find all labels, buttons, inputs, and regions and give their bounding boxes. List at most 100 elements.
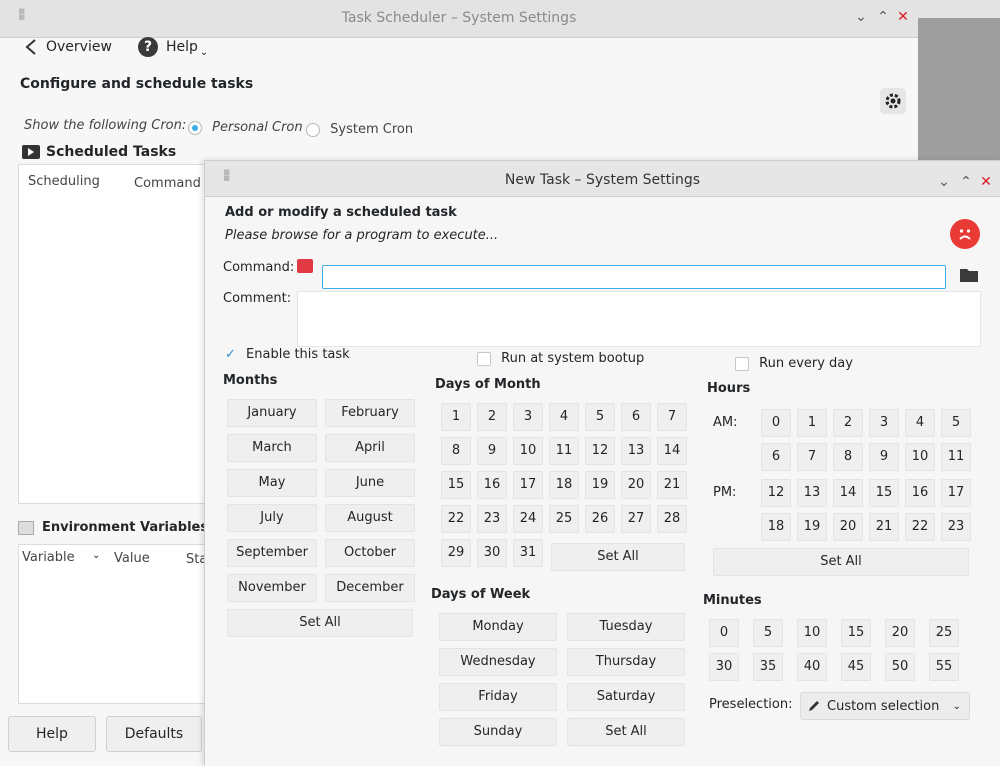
minute-button-35[interactable]: 35 (753, 653, 783, 681)
day-of-month-19[interactable]: 19 (585, 471, 615, 499)
day-of-week-saturday[interactable]: Saturday (567, 683, 685, 711)
hour-button-11[interactable]: 11 (941, 443, 971, 471)
day-of-week-friday[interactable]: Friday (439, 683, 557, 711)
defaults-button[interactable]: Defaults (106, 716, 202, 752)
day-of-month-5[interactable]: 5 (585, 403, 615, 431)
hour-button-4[interactable]: 4 (905, 409, 935, 437)
day-of-week-tuesday[interactable]: Tuesday (567, 613, 685, 641)
minute-button-30[interactable]: 30 (709, 653, 739, 681)
hours-set-all-button[interactable]: Set All (713, 548, 969, 576)
folder-icon[interactable] (959, 267, 979, 283)
run-bootup-checkbox[interactable]: Run at system bootup (477, 351, 644, 366)
day-of-month-3[interactable]: 3 (513, 403, 543, 431)
day-of-month-16[interactable]: 16 (477, 471, 507, 499)
overview-button[interactable]: Overview (24, 36, 112, 58)
month-button-june[interactable]: June (325, 469, 415, 497)
dialog-close-icon[interactable]: ✕ (977, 173, 995, 191)
month-button-may[interactable]: May (227, 469, 317, 497)
day-of-month-20[interactable]: 20 (621, 471, 651, 499)
month-button-january[interactable]: January (227, 399, 317, 427)
hour-button-12[interactable]: 12 (761, 479, 791, 507)
day-of-month-6[interactable]: 6 (621, 403, 651, 431)
minimize-icon[interactable]: ⌄ (852, 8, 870, 26)
dialog-minimize-icon[interactable]: ⌄ (935, 173, 953, 191)
window-titlebar[interactable]: ▪ ▪ Task Scheduler – System Settings ⌄ ⌃ … (0, 0, 918, 38)
personal-cron-radio[interactable]: Personal Cron (188, 120, 303, 135)
hour-button-8[interactable]: 8 (833, 443, 863, 471)
hour-button-20[interactable]: 20 (833, 513, 863, 541)
day-of-month-1[interactable]: 1 (441, 403, 471, 431)
col-variable[interactable]: Variable (22, 550, 75, 565)
day-of-month-12[interactable]: 12 (585, 437, 615, 465)
hour-button-15[interactable]: 15 (869, 479, 899, 507)
hour-button-3[interactable]: 3 (869, 409, 899, 437)
minute-button-15[interactable]: 15 (841, 619, 871, 647)
day-of-month-25[interactable]: 25 (549, 505, 579, 533)
col-scheduling[interactable]: Scheduling (28, 174, 100, 189)
days-of-week-set-all-button[interactable]: Set All (567, 718, 685, 746)
hour-button-17[interactable]: 17 (941, 479, 971, 507)
day-of-month-21[interactable]: 21 (657, 471, 687, 499)
minute-button-50[interactable]: 50 (885, 653, 915, 681)
hour-button-21[interactable]: 21 (869, 513, 899, 541)
col-value[interactable]: Value (114, 551, 150, 566)
minute-button-40[interactable]: 40 (797, 653, 827, 681)
maximize-icon[interactable]: ⌃ (874, 8, 892, 26)
day-of-month-2[interactable]: 2 (477, 403, 507, 431)
day-of-month-14[interactable]: 14 (657, 437, 687, 465)
minute-button-25[interactable]: 25 (929, 619, 959, 647)
day-of-week-sunday[interactable]: Sunday (439, 718, 557, 746)
day-of-month-10[interactable]: 10 (513, 437, 543, 465)
days-of-month-set-all-button[interactable]: Set All (551, 543, 685, 571)
month-button-october[interactable]: October (325, 539, 415, 567)
minute-button-10[interactable]: 10 (797, 619, 827, 647)
close-icon[interactable]: ✕ (894, 8, 912, 26)
comment-textarea[interactable] (297, 291, 981, 347)
day-of-month-29[interactable]: 29 (441, 539, 471, 567)
day-of-month-15[interactable]: 15 (441, 471, 471, 499)
command-field[interactable] (323, 266, 945, 288)
hour-button-10[interactable]: 10 (905, 443, 935, 471)
day-of-week-monday[interactable]: Monday (439, 613, 557, 641)
minute-button-0[interactable]: 0 (709, 619, 739, 647)
minute-button-55[interactable]: 55 (929, 653, 959, 681)
month-button-april[interactable]: April (325, 434, 415, 462)
day-of-month-9[interactable]: 9 (477, 437, 507, 465)
hour-button-19[interactable]: 19 (797, 513, 827, 541)
hour-button-5[interactable]: 5 (941, 409, 971, 437)
tasks-table[interactable] (18, 164, 218, 504)
hour-button-1[interactable]: 1 (797, 409, 827, 437)
col-command[interactable]: Command (134, 176, 201, 191)
preselection-select[interactable]: Custom selection ⌄ (800, 692, 970, 720)
day-of-month-18[interactable]: 18 (549, 471, 579, 499)
hour-button-18[interactable]: 18 (761, 513, 791, 541)
day-of-month-8[interactable]: 8 (441, 437, 471, 465)
enable-task-checkbox[interactable]: ✓ Enable this task (225, 347, 350, 362)
day-of-month-4[interactable]: 4 (549, 403, 579, 431)
day-of-month-22[interactable]: 22 (441, 505, 471, 533)
day-of-month-27[interactable]: 27 (621, 505, 651, 533)
hour-button-0[interactable]: 0 (761, 409, 791, 437)
minute-button-20[interactable]: 20 (885, 619, 915, 647)
month-button-december[interactable]: December (325, 574, 415, 602)
gear-icon[interactable] (880, 88, 906, 114)
day-of-month-26[interactable]: 26 (585, 505, 615, 533)
env-vars-table[interactable] (18, 544, 218, 704)
day-of-month-7[interactable]: 7 (657, 403, 687, 431)
months-set-all-button[interactable]: Set All (227, 609, 413, 637)
day-of-month-13[interactable]: 13 (621, 437, 651, 465)
hour-button-2[interactable]: 2 (833, 409, 863, 437)
minute-button-5[interactable]: 5 (753, 619, 783, 647)
month-button-august[interactable]: August (325, 504, 415, 532)
day-of-month-31[interactable]: 31 (513, 539, 543, 567)
dialog-maximize-icon[interactable]: ⌃ (957, 173, 975, 191)
hour-button-16[interactable]: 16 (905, 479, 935, 507)
day-of-month-28[interactable]: 28 (657, 505, 687, 533)
month-button-july[interactable]: July (227, 504, 317, 532)
day-of-month-24[interactable]: 24 (513, 505, 543, 533)
day-of-week-thursday[interactable]: Thursday (567, 648, 685, 676)
hour-button-7[interactable]: 7 (797, 443, 827, 471)
help-menu-button[interactable]: ? Help ⌄ (138, 36, 208, 58)
run-every-day-checkbox[interactable]: Run every day (735, 356, 853, 371)
command-input[interactable] (322, 265, 946, 289)
